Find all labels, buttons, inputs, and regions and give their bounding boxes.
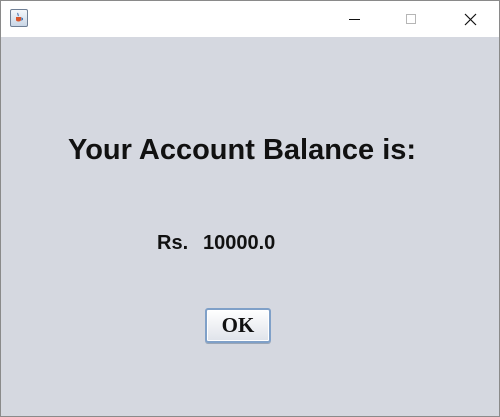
- currency-prefix: Rs.: [157, 232, 189, 254]
- minimize-button[interactable]: [331, 1, 377, 37]
- title-bar[interactable]: [1, 1, 499, 37]
- java-cup-icon: [10, 9, 28, 27]
- ok-button[interactable]: OK: [205, 308, 271, 343]
- close-button[interactable]: [447, 1, 493, 37]
- minimize-icon: [348, 18, 360, 20]
- balance-dialog-window: Your Account Balance is: Rs. 10000.0 OK: [0, 0, 500, 417]
- maximize-icon: [406, 14, 416, 24]
- close-icon: [464, 13, 476, 25]
- balance-amount: 10000.0: [203, 232, 276, 254]
- dialog-content: Your Account Balance is: Rs. 10000.0 OK: [1, 38, 499, 416]
- account-balance-heading: Your Account Balance is:: [68, 134, 417, 166]
- maximize-button[interactable]: [388, 1, 434, 37]
